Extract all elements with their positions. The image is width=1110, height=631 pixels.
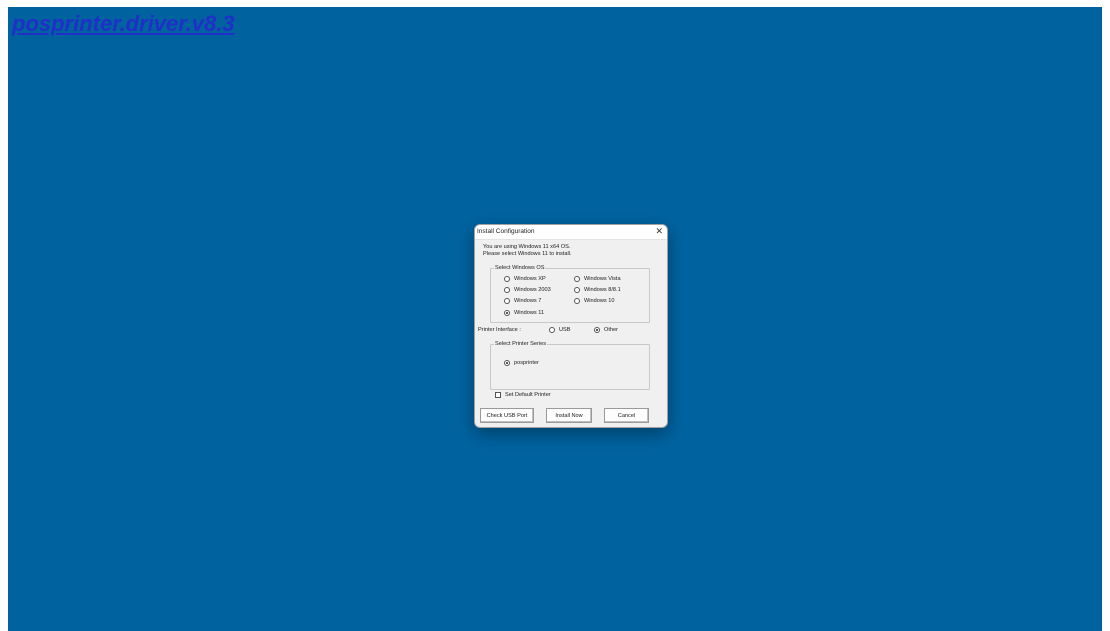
radio-windows-8[interactable]: Windows 8/8.1 (574, 287, 621, 293)
radio-indicator (574, 287, 580, 293)
install-configuration-dialog: Install Configuration ✕ You are using Wi… (474, 224, 668, 428)
radio-interface-usb[interactable]: USB (549, 327, 571, 333)
dialog-titlebar: Install Configuration ✕ (475, 225, 667, 240)
radio-indicator (504, 310, 510, 316)
radio-label: Windows Vista (584, 276, 621, 282)
radio-windows-7[interactable]: Windows 7 (504, 298, 541, 304)
radio-indicator (504, 276, 510, 282)
dialog-title: Install Configuration (477, 228, 535, 235)
desktop-background: posprinter.driver.v8.3 Install Configura… (8, 7, 1102, 631)
radio-windows-10[interactable]: Windows 10 (574, 298, 614, 304)
radio-indicator (574, 298, 580, 304)
os-select-hint: Please select Windows 11 to install. (483, 251, 572, 257)
radio-windows-xp[interactable]: Windows XP (504, 276, 546, 282)
check-usb-port-button[interactable]: Check USB Port (480, 408, 534, 423)
radio-label: Other (604, 327, 618, 333)
radio-label: Windows XP (514, 276, 546, 282)
printer-series-legend: Select Printer Series (494, 341, 547, 347)
radio-windows-2003[interactable]: Windows 2003 (504, 287, 551, 293)
radio-interface-other[interactable]: Other (594, 327, 618, 333)
button-label: Install Now (555, 412, 583, 419)
button-label: Cancel (617, 412, 636, 419)
windows-os-legend: Select Windows OS (494, 265, 546, 271)
driver-download-link[interactable]: posprinter.driver.v8.3 (12, 11, 235, 37)
radio-label: USB (559, 327, 571, 333)
radio-label: Windows 2003 (514, 287, 551, 293)
os-detected-message: You are using Windows 11 x64 OS. (483, 244, 571, 250)
install-now-button[interactable]: Install Now (546, 408, 592, 423)
radio-indicator (504, 360, 510, 366)
printer-interface-label: Printer Interface : (478, 327, 521, 333)
radio-label: Windows 11 (514, 310, 545, 316)
close-icon[interactable]: ✕ (655, 226, 663, 237)
radio-indicator (504, 298, 510, 304)
radio-label: Windows 7 (514, 298, 542, 304)
radio-label: Windows 10 (584, 298, 615, 304)
radio-indicator (549, 327, 555, 333)
radio-indicator (504, 287, 510, 293)
radio-label: Windows 8/8.1 (584, 287, 621, 293)
button-label: Check USB Port (486, 412, 528, 419)
radio-label: posprinter (514, 360, 539, 366)
printer-series-group: Select Printer Series (490, 341, 650, 390)
radio-windows-vista[interactable]: Windows Vista (574, 276, 621, 282)
set-default-printer-checkbox[interactable]: Set Default Printer (495, 392, 551, 398)
radio-windows-11[interactable]: Windows 11 (504, 310, 544, 316)
radio-series-posprinter[interactable]: posprinter (504, 360, 539, 366)
checkbox-indicator (495, 392, 501, 398)
radio-indicator (574, 276, 580, 282)
checkbox-label: Set Default Printer (505, 392, 551, 398)
radio-indicator (594, 327, 600, 333)
cancel-button[interactable]: Cancel (604, 408, 649, 423)
